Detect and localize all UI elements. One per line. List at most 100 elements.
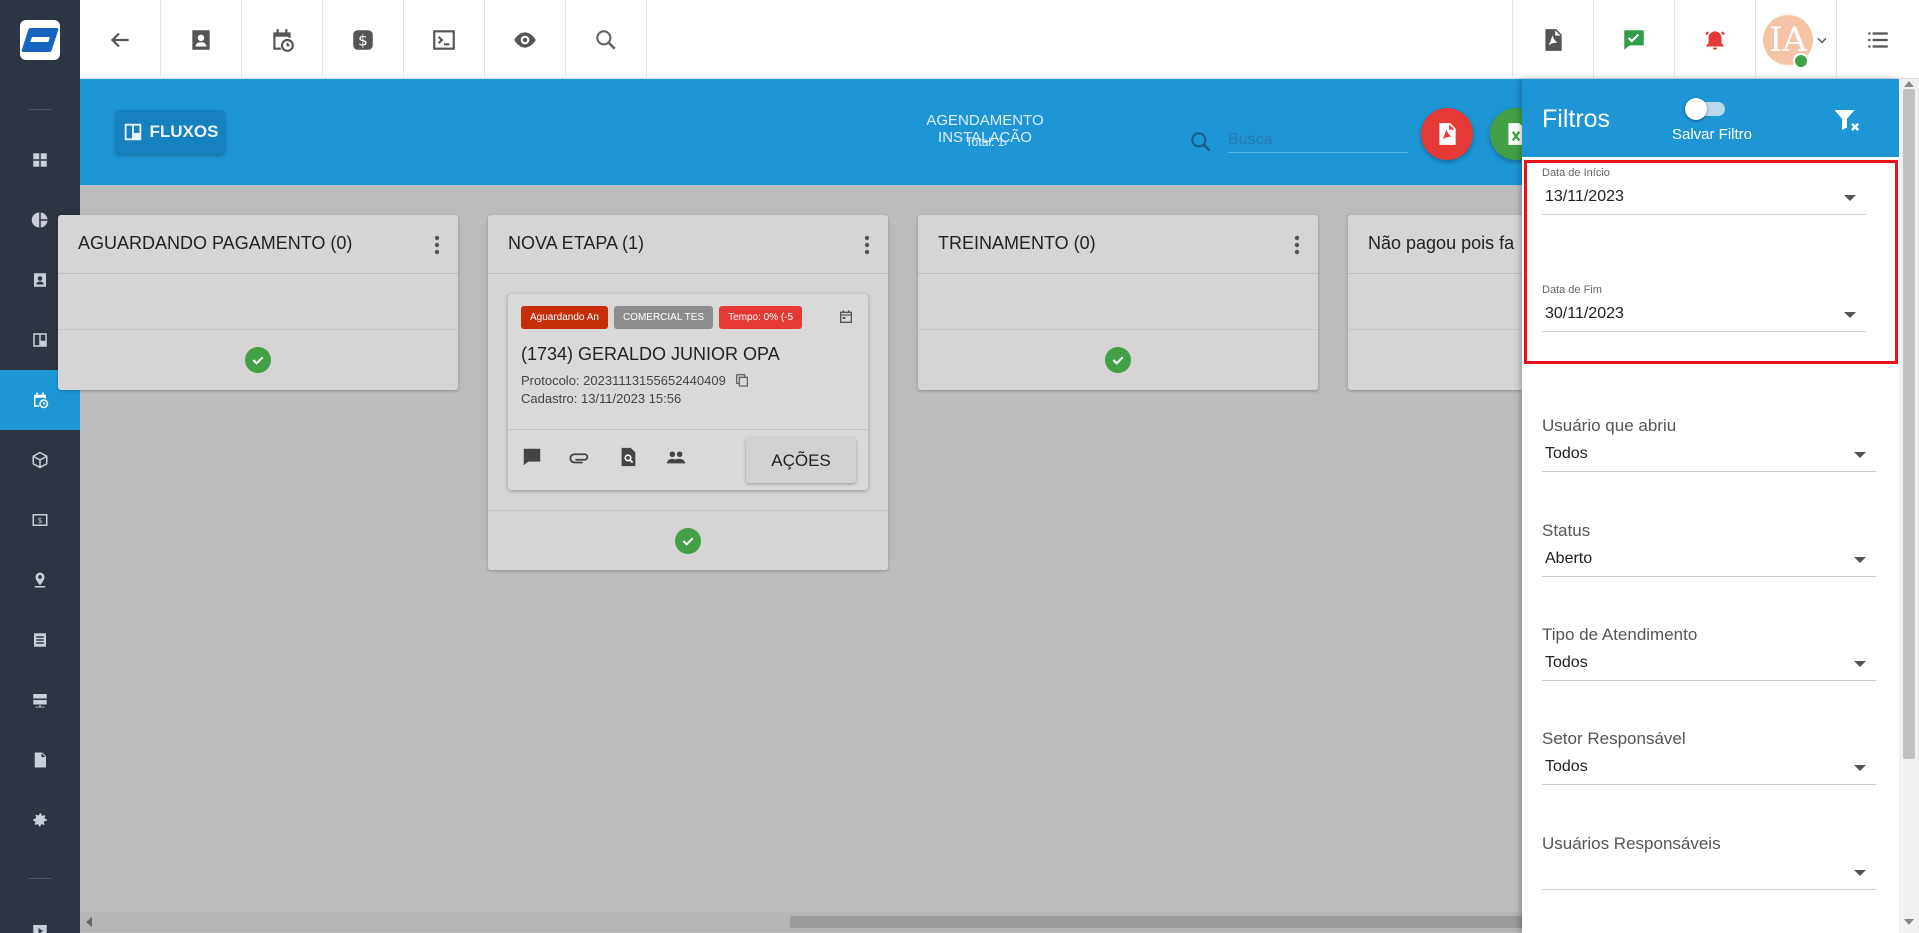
chevron-down-icon [1817, 37, 1827, 43]
search-button[interactable] [566, 0, 647, 79]
board-column: NOVA ETAPA (1) Aguardando An COMERCIAL T… [488, 215, 888, 570]
location-icon [34, 572, 46, 588]
sidebar-item-documents[interactable] [0, 730, 80, 790]
sidebar-item-dashboard[interactable] [0, 130, 80, 190]
more-vert-icon[interactable] [1294, 235, 1300, 255]
card-created: Cadastro: 13/11/2023 15:56 [521, 391, 682, 406]
check-circle-icon[interactable] [245, 347, 271, 373]
people-icon[interactable] [665, 446, 687, 468]
left-sidebar: $ [0, 0, 80, 933]
back-arrow-icon [110, 32, 129, 47]
comment-icon[interactable] [521, 446, 543, 468]
contact-card-icon [34, 273, 46, 287]
scroll-left-arrow[interactable] [86, 917, 92, 927]
user-menu[interactable]: IA [1755, 0, 1836, 79]
calendar-clock-icon [34, 392, 49, 409]
contacts-button[interactable] [161, 0, 242, 79]
search-input[interactable] [1228, 127, 1408, 153]
clear-filter-icon[interactable] [1832, 105, 1862, 135]
alarm-button[interactable] [1674, 0, 1755, 79]
more-vert-icon[interactable] [434, 235, 440, 255]
status-select[interactable]: Aberto [1542, 544, 1876, 577]
column-title: NOVA ETAPA (1) [508, 233, 645, 253]
schedule-button[interactable] [242, 0, 323, 79]
field-label: Data de Fim [1542, 284, 1602, 296]
status-field[interactable]: Status Aberto [1542, 521, 1876, 577]
logo-mark [21, 28, 59, 52]
sidebar-item-media[interactable] [0, 900, 80, 933]
field-value: Todos [1545, 445, 1588, 462]
panel-scrollbar[interactable] [1899, 79, 1919, 933]
contact-card-icon [192, 29, 210, 50]
card-actions [521, 446, 687, 468]
terminal-button[interactable] [404, 0, 485, 79]
board-icon [124, 123, 141, 141]
scroll-down-arrow[interactable] [1904, 919, 1914, 925]
search-icon [596, 29, 616, 50]
sidebar-item-finance[interactable]: $ [0, 490, 80, 550]
scrollbar-thumb[interactable] [790, 916, 1522, 928]
board-icon [33, 333, 47, 347]
calendar-icon[interactable] [838, 309, 854, 325]
caret-down-icon [1844, 312, 1856, 318]
sidebar-item-settings[interactable] [0, 790, 80, 850]
fluxos-label: FLUXOS [149, 122, 219, 141]
scrollbar-thumb[interactable] [1903, 89, 1915, 759]
end-date-field[interactable]: Data de Fim 30/11/2023 [1542, 284, 1876, 332]
column-header: AGUARDANDO PAGAMENTO (0) [58, 215, 458, 274]
filters-title: Filtros [1542, 105, 1611, 133]
play-icon [33, 925, 47, 933]
pdf-icon [1439, 123, 1456, 145]
responsible-sector-field[interactable]: Setor Responsável Todos [1542, 729, 1876, 785]
menu-button[interactable] [1836, 0, 1919, 79]
field-value: 13/11/2023 [1545, 188, 1624, 205]
sidebar-item-servers[interactable] [0, 670, 80, 730]
sector-badge: COMERCIAL TES [613, 306, 714, 329]
column-footer [488, 510, 888, 570]
start-date-select[interactable]: 13/11/2023 [1542, 182, 1866, 215]
field-value: Todos [1545, 758, 1588, 775]
opened-by-select[interactable]: Todos [1542, 439, 1876, 472]
back-button[interactable] [80, 0, 161, 79]
field-value: Todos [1545, 654, 1588, 671]
service-type-select[interactable]: Todos [1542, 648, 1876, 681]
sidebar-item-locations[interactable] [0, 550, 80, 610]
sidebar-item-lists[interactable] [0, 610, 80, 670]
scroll-up-arrow[interactable] [1904, 81, 1914, 87]
column-strip [58, 274, 458, 330]
horizontal-scrollbar[interactable] [80, 912, 1522, 932]
status-badge: Aguardando An [521, 306, 608, 329]
top-toolbar: $ IA [80, 0, 1919, 79]
avatar[interactable]: IA [1763, 14, 1813, 69]
document-search-icon[interactable] [617, 446, 639, 468]
app-logo[interactable] [20, 20, 60, 60]
pdf-button[interactable] [1512, 0, 1593, 79]
export-pdf-button[interactable] [1421, 108, 1473, 160]
sidebar-item-products[interactable] [0, 430, 80, 490]
menu-list-icon [1868, 31, 1888, 48]
finance-button[interactable]: $ [323, 0, 404, 79]
fluxos-button[interactable]: FLUXOS [115, 110, 225, 154]
view-button[interactable] [485, 0, 566, 79]
start-date-field[interactable]: Data de Início 13/11/2023 [1542, 167, 1876, 215]
column-footer [1348, 330, 1522, 390]
toggle-knob [1685, 98, 1707, 120]
ticket-card[interactable]: Aguardando An COMERCIAL TES Tempo: 0% (-… [508, 294, 868, 490]
attachment-icon[interactable] [569, 446, 591, 468]
responsible-users-select[interactable] [1542, 857, 1876, 890]
more-vert-icon[interactable] [864, 235, 870, 255]
responsible-users-field[interactable]: Usuários Responsáveis [1542, 834, 1876, 890]
alarm-icon [1705, 30, 1725, 50]
dollar-icon: $ [353, 29, 373, 50]
copy-icon[interactable] [734, 372, 750, 388]
save-filter-toggle[interactable] [1685, 98, 1727, 120]
chat-button[interactable] [1593, 0, 1674, 79]
actions-button[interactable]: AÇÕES [746, 438, 856, 483]
document-icon [34, 752, 46, 768]
responsible-sector-select[interactable]: Todos [1542, 752, 1876, 785]
opened-by-field[interactable]: Usuário que abriu Todos [1542, 416, 1876, 472]
service-type-field[interactable]: Tipo de Atendimento Todos [1542, 625, 1876, 681]
check-circle-icon[interactable] [1105, 347, 1131, 373]
check-circle-icon[interactable] [675, 527, 701, 554]
end-date-select[interactable]: 30/11/2023 [1542, 299, 1866, 332]
